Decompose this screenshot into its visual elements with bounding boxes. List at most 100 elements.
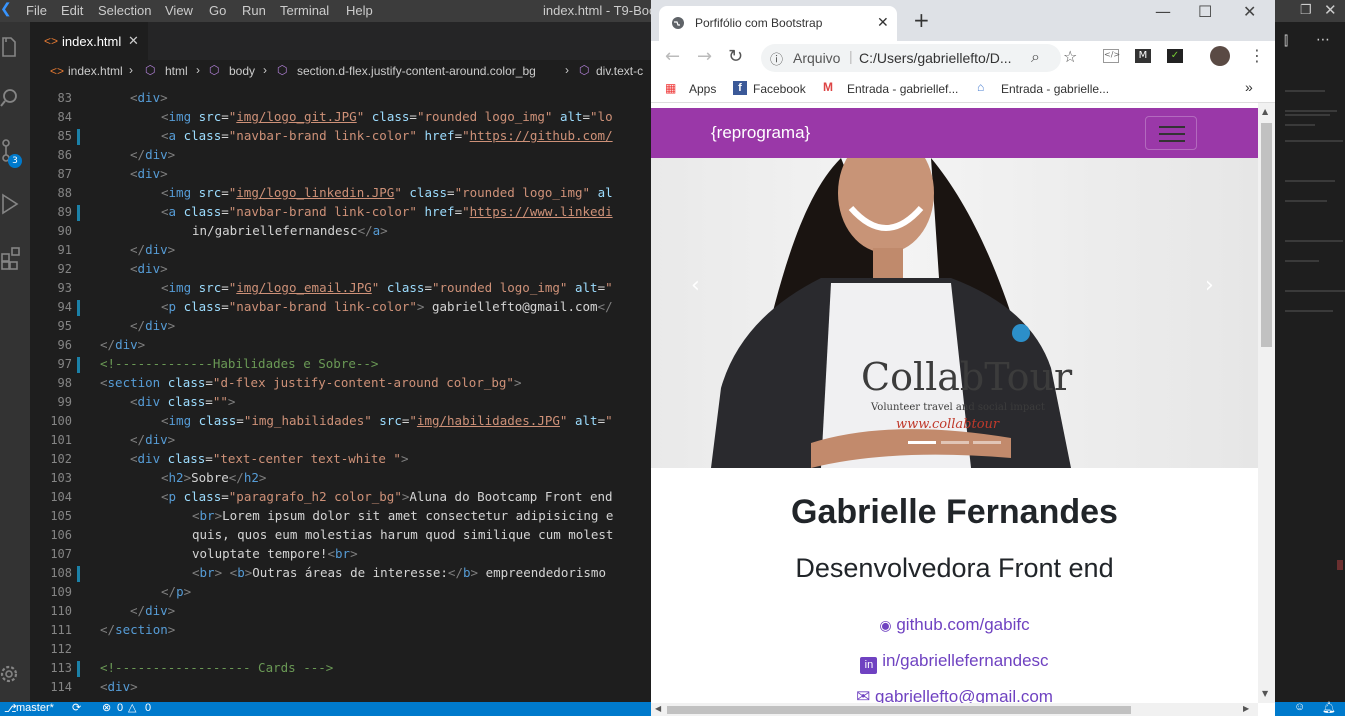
scroll-up-icon[interactable]: ▲	[1262, 107, 1268, 116]
breadcrumb-item-html[interactable]: html	[165, 64, 188, 78]
navbar-brand[interactable]: {reprograma}	[711, 123, 810, 143]
new-tab-icon[interactable]: +	[913, 8, 930, 32]
email-link[interactable]: gabriellefto@gmail.com	[875, 687, 1053, 703]
profile-role: Desenvolvedora Front end	[795, 553, 1114, 583]
extension-code-icon[interactable]: </>	[1103, 49, 1120, 63]
menu-run[interactable]: Run	[242, 3, 266, 18]
address-bar[interactable]: ⓘ Arquivo | C:/Users/gabriellefto/D...	[761, 44, 1061, 72]
problems-count[interactable]: 0	[117, 702, 123, 714]
bookmark-star-icon[interactable]: ☆	[1063, 47, 1077, 66]
feedback-icon[interactable]: ☺	[1294, 701, 1305, 713]
element-icon: ⬡	[277, 63, 288, 77]
line-number: 107	[50, 547, 72, 561]
bookmark-inbox[interactable]: Entrada - gabrielle...	[1001, 82, 1109, 96]
vertical-scrollbar[interactable]: ▲ ▼	[1258, 103, 1275, 703]
carousel-prev-icon[interactable]: ‹	[691, 273, 700, 298]
warnings-count[interactable]: 0	[145, 702, 151, 714]
address-scheme-label: Arquivo	[793, 50, 841, 66]
sync-icon[interactable]: ⟳	[72, 701, 81, 714]
menu-selection[interactable]: Selection	[98, 3, 151, 18]
back-icon[interactable]: ←	[665, 46, 680, 67]
horizontal-scrollbar[interactable]: ◀ ▶	[651, 703, 1258, 716]
menu-go[interactable]: Go	[209, 3, 226, 18]
code-line: <img class="img_habilidades" src="img/ha…	[161, 413, 613, 428]
code-line: <div>	[130, 90, 168, 105]
minimize-icon[interactable]: —	[1155, 2, 1171, 21]
error-icon[interactable]: ⊗	[102, 701, 111, 714]
close-icon[interactable]: ✕	[1324, 1, 1337, 19]
code-editor[interactable]: 83 84 85 86 87 88 89 90 91 92 93 94 95 9…	[30, 82, 651, 702]
more-menu-icon[interactable]: ⋮	[1249, 46, 1265, 65]
run-debug-icon[interactable]	[0, 192, 22, 218]
more-actions-icon[interactable]: ⋯	[1316, 32, 1330, 48]
scroll-left-icon[interactable]: ◀	[655, 704, 661, 713]
tab-close-icon[interactable]: ✕	[877, 14, 889, 31]
scroll-thumb[interactable]	[1261, 123, 1272, 347]
search-icon[interactable]	[0, 86, 22, 110]
info-icon[interactable]: ⓘ	[770, 49, 783, 68]
breadcrumb-item-body[interactable]: body	[229, 64, 255, 78]
restore-icon[interactable]: ❐	[1300, 2, 1312, 18]
warning-icon[interactable]: △	[128, 701, 136, 714]
shirt-tagline: Volunteer travel and social impact	[870, 402, 1045, 413]
line-number: 104	[50, 490, 72, 504]
menu-view[interactable]: View	[165, 3, 193, 18]
apps-grid-icon[interactable]: ▦	[665, 81, 676, 95]
notifications-icon[interactable]: 🔔︎	[1322, 701, 1336, 714]
bookmark-facebook[interactable]: Facebook	[753, 82, 806, 96]
bookmark-apps[interactable]: Apps	[689, 82, 716, 96]
code-line: <div>	[130, 166, 168, 181]
settings-gear-icon[interactable]	[0, 662, 22, 686]
browser-tab[interactable]: Porfifólio com Bootstrap ✕	[659, 6, 897, 41]
shirt-url: www.collabtour	[896, 417, 1000, 432]
menu-file[interactable]: File	[26, 3, 47, 18]
carousel-indicator[interactable]	[973, 441, 1001, 444]
line-number: 84	[57, 110, 72, 124]
breadcrumb-item-section[interactable]: section.d-flex.justify-content-around.co…	[297, 64, 536, 78]
github-icon: ◉	[879, 617, 892, 633]
zoom-icon[interactable]: ⌕	[1031, 47, 1040, 67]
line-number: 99	[57, 395, 72, 409]
split-editor-icon[interactable]: ⫿	[1284, 34, 1288, 49]
scroll-right-icon[interactable]: ▶	[1243, 704, 1249, 713]
reload-icon[interactable]: ↻	[728, 46, 743, 67]
github-link[interactable]: github.com/gabifc	[896, 615, 1029, 634]
profile-avatar[interactable]	[1210, 46, 1230, 66]
carousel-indicator-active[interactable]	[908, 441, 936, 444]
menu-help[interactable]: Help	[346, 3, 373, 18]
vscode-logo-icon: ❮	[0, 0, 12, 16]
linkedin-link[interactable]: in/gabriellefernandesc	[882, 651, 1048, 670]
chevron-right-icon: ›	[565, 63, 569, 77]
tab-close-icon[interactable]: ✕	[128, 33, 139, 49]
code-line: </section>	[100, 622, 176, 637]
tab-index-html[interactable]: <> index.html ✕	[30, 22, 148, 60]
breadcrumb-item-file[interactable]: index.html	[68, 64, 123, 78]
line-number: 113	[50, 661, 72, 675]
explorer-icon[interactable]	[0, 36, 18, 60]
branch-name[interactable]: master*	[16, 702, 54, 714]
scroll-thumb-horizontal[interactable]	[667, 706, 1131, 714]
address-url[interactable]: C:/Users/gabriellefto/D...	[859, 50, 1012, 66]
code-line: <p class="paragrafo_h2 color_bg">Aluna d…	[161, 489, 613, 504]
bookmark-gmail[interactable]: Entrada - gabriellef...	[847, 82, 958, 96]
scroll-down-icon[interactable]: ▼	[1262, 689, 1268, 698]
carousel-indicator[interactable]	[941, 441, 969, 444]
close-window-icon[interactable]: ✕	[1243, 2, 1256, 21]
line-number: 87	[57, 167, 72, 181]
address-divider: |	[849, 48, 853, 64]
extension-check-icon[interactable]: ✓	[1167, 49, 1183, 63]
forward-icon[interactable]: →	[697, 46, 712, 67]
menu-edit[interactable]: Edit	[61, 3, 83, 18]
carousel-next-icon[interactable]: ›	[1205, 273, 1214, 298]
overflow-chevron-icon[interactable]: »	[1245, 79, 1253, 95]
maximize-icon[interactable]: ☐	[1198, 2, 1212, 21]
extensions-icon[interactable]	[0, 244, 22, 270]
line-number: 103	[50, 471, 72, 485]
linkedin-link-row: in in/gabriellefernandesc	[651, 651, 1258, 674]
extension-m-icon[interactable]: M	[1135, 49, 1151, 63]
hamburger-menu-icon[interactable]	[1145, 116, 1197, 150]
code-line: <a class="navbar-brand link-color" href=…	[161, 204, 613, 219]
minimap[interactable]	[1275, 60, 1345, 702]
breadcrumb-item-div[interactable]: div.text-c	[596, 64, 643, 78]
menu-terminal[interactable]: Terminal	[280, 3, 329, 18]
